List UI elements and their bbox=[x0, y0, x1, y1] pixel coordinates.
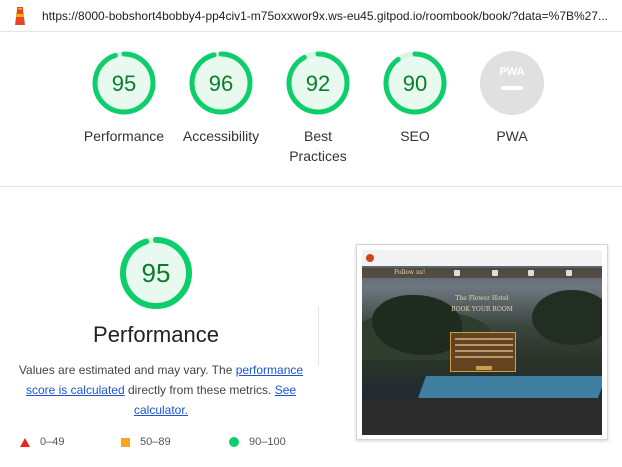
gauge-performance[interactable]: 95 Performance bbox=[74, 50, 174, 146]
gauge-label: SEO bbox=[400, 128, 430, 144]
performance-description: Values are estimated and may vary. The p… bbox=[10, 360, 312, 420]
hotel-name: The Flower Hotel bbox=[455, 295, 509, 302]
report-url: https://8000-bobshort4bobby4-pp4civ1-m75… bbox=[42, 9, 609, 23]
legend-fail: 0–49 bbox=[20, 436, 64, 448]
desc-middle: directly from these metrics. bbox=[124, 383, 275, 397]
site-logo-icon bbox=[366, 254, 374, 262]
section-divider bbox=[0, 186, 622, 187]
category-gauges: 95 Performance 96 Accessibility 92 Best … bbox=[0, 50, 622, 180]
facebook-icon bbox=[454, 270, 460, 276]
final-screenshot[interactable]: Follow us! The Flower Hotel BOOK YOUR RO… bbox=[356, 244, 608, 440]
page-screenshot-image: Follow us! The Flower Hotel BOOK YOUR RO… bbox=[362, 250, 602, 435]
gauge-score: 92 bbox=[305, 71, 331, 96]
legend-average-label: 50–89 bbox=[140, 436, 171, 448]
form-line bbox=[455, 338, 513, 340]
gauge-seo[interactable]: 90 SEO bbox=[365, 50, 465, 146]
gauge-score: 95 bbox=[111, 71, 137, 96]
booking-form bbox=[450, 332, 516, 372]
pwa-badge-text: PWA bbox=[499, 66, 524, 78]
gauge-label: PWA bbox=[496, 128, 528, 144]
desc-prefix: Values are estimated and may vary. The bbox=[18, 363, 236, 377]
square-icon bbox=[121, 437, 130, 447]
youtube-icon bbox=[566, 270, 572, 276]
form-line bbox=[455, 344, 513, 346]
gauge-score: 90 bbox=[402, 71, 428, 96]
url-bar: https://8000-bobshort4bobby4-pp4civ1-m75… bbox=[0, 0, 622, 32]
pwa-badge-icon: PWA bbox=[480, 51, 544, 115]
book-heading: BOOK YOUR ROOM bbox=[451, 306, 513, 313]
legend-fail-label: 0–49 bbox=[40, 436, 65, 448]
gauge-best-practices[interactable]: 92 Best Practices bbox=[268, 50, 368, 166]
legend-pass-label: 90–100 bbox=[249, 436, 286, 448]
pool bbox=[417, 376, 602, 398]
instagram-icon bbox=[528, 270, 534, 276]
performance-title: Performance bbox=[93, 322, 219, 347]
form-line bbox=[455, 350, 513, 352]
performance-score: 95 bbox=[141, 258, 171, 288]
twitter-icon bbox=[492, 270, 498, 276]
lighthouse-icon bbox=[15, 7, 25, 25]
gauge-accessibility[interactable]: 96 Accessibility bbox=[171, 50, 271, 146]
deck bbox=[362, 398, 602, 435]
screenshot-follow-bar: Follow us! bbox=[362, 268, 602, 278]
score-legend: 0–49 50–89 90–100 bbox=[0, 436, 312, 456]
triangle-icon bbox=[20, 437, 30, 447]
form-submit bbox=[476, 366, 492, 370]
follow-text: Follow us! bbox=[394, 269, 426, 276]
form-line bbox=[455, 356, 513, 358]
gauge-label: Best Practices bbox=[289, 128, 347, 164]
gauge-label: Accessibility bbox=[182, 128, 260, 144]
gauge-score: 96 bbox=[208, 71, 234, 96]
circle-icon bbox=[229, 437, 239, 447]
legend-average: 50–89 bbox=[121, 436, 171, 448]
gauge-pwa[interactable]: PWA PWA bbox=[462, 50, 562, 146]
screenshot-navbar bbox=[362, 250, 602, 266]
legend-pass: 90–100 bbox=[229, 436, 286, 448]
gauge-label: Performance bbox=[83, 128, 165, 144]
vertical-divider bbox=[318, 306, 319, 366]
